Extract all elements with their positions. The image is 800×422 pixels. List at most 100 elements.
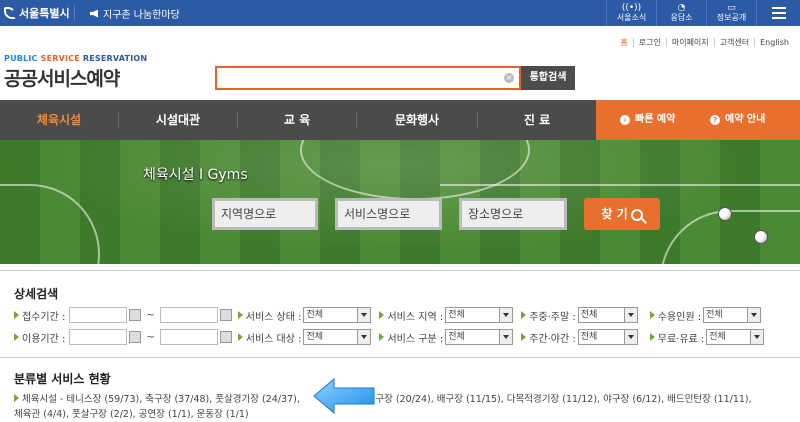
customer-center-link[interactable]: 고객센터 bbox=[713, 38, 754, 47]
weekday-weekend-select[interactable]: 전체 bbox=[577, 307, 638, 323]
info-disclosure-label: 정보공개 bbox=[716, 13, 747, 22]
bullet-arrow-icon bbox=[379, 333, 385, 341]
speaker-icon bbox=[90, 9, 98, 18]
nav-item-facility-rental[interactable]: 시설대관 bbox=[119, 100, 237, 140]
search-box: × bbox=[215, 66, 521, 90]
seoul-news-link[interactable]: ((•)) 서울소식 bbox=[606, 0, 656, 26]
nav-item-cultural-events[interactable]: 문화행사 bbox=[357, 100, 477, 140]
notice-link[interactable]: 지구촌 나눔한마당 bbox=[90, 6, 180, 21]
detail-search-title: 상세검색 bbox=[14, 287, 59, 301]
search-by-region-button[interactable]: 지역명으로 bbox=[212, 198, 318, 230]
fee-label: 무료·유료 : bbox=[657, 333, 705, 345]
find-button[interactable]: 찾 기 bbox=[584, 198, 660, 230]
category-status: 분류별 서비스 현황 체육시설 - 테니스장 (59/73), 축구장 (37/… bbox=[0, 357, 800, 422]
service-region-select[interactable]: 전체 bbox=[445, 307, 514, 323]
calendar-icon[interactable] bbox=[219, 309, 232, 321]
usage-start-date-input[interactable] bbox=[69, 329, 128, 345]
service-status-select[interactable]: 전체 bbox=[303, 307, 372, 323]
integrated-search-button[interactable]: 통합검색 bbox=[521, 66, 575, 90]
search-by-place-button[interactable]: 장소명으로 bbox=[459, 198, 567, 230]
reception-start-date-input[interactable] bbox=[69, 307, 128, 323]
chevron-down-icon bbox=[503, 335, 510, 339]
service-type-label: 서비스 구분 : bbox=[387, 333, 444, 345]
service-region-label: 서비스 지역 : bbox=[387, 311, 444, 323]
broadcast-icon: ((•)) bbox=[621, 3, 642, 13]
divider bbox=[74, 5, 75, 21]
english-link[interactable]: English bbox=[754, 38, 794, 47]
fee-select[interactable]: 전체 bbox=[706, 329, 765, 345]
document-icon: ▭ bbox=[727, 3, 736, 13]
logo-subtitle: PUBLIC SERVICE RESERVATION bbox=[4, 54, 148, 63]
pointer-arrow-icon bbox=[313, 377, 375, 415]
category-links-line-2[interactable]: 체육관 (4/4), 풋살구장 (2/2), 공연장 (1/1), 운동장 (1… bbox=[14, 407, 790, 422]
detail-search: 상세검색 접수기간 : ~ 서비스 상태 : 전체 서비스 지역 : 전체 주중… bbox=[0, 270, 800, 356]
response-link[interactable]: ◔ 응답소 bbox=[656, 0, 706, 26]
banner: 체육시설 I Gyms 지역명으로 서비스명으로 장소명으로 찾 기 bbox=[0, 140, 800, 264]
filter-row-2: 이용기간 : ~ 서비스 대상 : 전체 서비스 구분 : 전체 주간·야간 :… bbox=[14, 329, 765, 345]
menu-button[interactable] bbox=[756, 0, 800, 26]
bullet-arrow-icon bbox=[649, 333, 655, 341]
home-link[interactable]: 홈 bbox=[615, 38, 632, 47]
mypage-link[interactable]: 마이페이지 bbox=[665, 38, 714, 47]
chat-icon: ◔ bbox=[677, 3, 686, 13]
weekday-weekend-label: 주중·주말 : bbox=[529, 311, 576, 323]
seoul-logo-icon bbox=[4, 7, 16, 19]
day-night-label: 주간·야간 : bbox=[529, 333, 576, 345]
info-disclosure-link[interactable]: ▭ 정보공개 bbox=[706, 0, 756, 26]
bullet-arrow-icon bbox=[649, 311, 655, 319]
filter-row-1: 접수기간 : ~ 서비스 상태 : 전체 서비스 지역 : 전체 주중·주말 :… bbox=[14, 307, 762, 323]
search-icon bbox=[630, 208, 643, 221]
clear-icon[interactable]: × bbox=[504, 73, 514, 83]
bullet-arrow-icon bbox=[14, 311, 19, 319]
reception-period-label: 접수기간 : bbox=[22, 311, 66, 323]
search-by-service-button[interactable]: 서비스명으로 bbox=[335, 198, 442, 230]
banner-title: 체육시설 I Gyms bbox=[143, 167, 248, 183]
response-label: 응답소 bbox=[670, 13, 693, 22]
day-night-select[interactable]: 전체 bbox=[577, 329, 638, 345]
chevron-down-icon bbox=[754, 335, 761, 339]
nav-item-education[interactable]: 교 육 bbox=[238, 100, 356, 140]
reserve-guide-button[interactable]: ? 예약 안내 bbox=[710, 100, 765, 140]
utility-links: 홈 로그인 마이페이지 고객센터 English bbox=[615, 38, 794, 47]
capacity-select[interactable]: 전체 bbox=[703, 307, 762, 323]
category-links-line-1[interactable]: 체육시설 - 테니스장 (59/73), 축구장 (37/48), 풋살경기장 … bbox=[22, 394, 300, 405]
question-icon: ? bbox=[710, 115, 720, 125]
reception-end-date-input[interactable] bbox=[159, 307, 218, 323]
bullet-arrow-icon bbox=[521, 333, 527, 341]
soccer-ball-icon bbox=[718, 207, 732, 221]
chevron-down-icon bbox=[627, 313, 634, 317]
bullet-arrow-icon bbox=[237, 311, 243, 319]
usage-period-label: 이용기간 : bbox=[22, 333, 66, 345]
nav-item-sports-facilities[interactable]: 체육시설 bbox=[0, 100, 118, 140]
login-link[interactable]: 로그인 bbox=[632, 38, 666, 47]
calendar-icon[interactable] bbox=[219, 331, 232, 343]
seoul-label: 서울특별시 bbox=[19, 7, 70, 20]
category-list: 체육시설 - 테니스장 (59/73), 축구장 (37/48), 풋살경기장 … bbox=[14, 392, 790, 422]
bullet-arrow-icon bbox=[14, 394, 19, 402]
hamburger-icon bbox=[771, 4, 786, 22]
chevron-down-icon bbox=[503, 313, 510, 317]
calendar-icon[interactable] bbox=[129, 309, 142, 321]
chevron-down-icon bbox=[627, 335, 634, 339]
service-type-select[interactable]: 전체 bbox=[445, 329, 514, 345]
quick-links: › 빠른 예약 ? 예약 안내 bbox=[596, 100, 800, 140]
calendar-icon[interactable] bbox=[129, 331, 142, 343]
service-target-select[interactable]: 전체 bbox=[303, 329, 372, 345]
seoul-logo-link[interactable]: 서울특별시 bbox=[4, 5, 70, 21]
site-logo[interactable]: 공공서비스예약 bbox=[4, 64, 120, 91]
capacity-label: 수용인원 : bbox=[657, 311, 702, 323]
nav-item-medical[interactable]: 진 료 bbox=[478, 100, 596, 140]
chevron-down-icon bbox=[361, 313, 368, 317]
seoul-news-label: 서울소식 bbox=[616, 13, 647, 22]
quick-reserve-button[interactable]: › 빠른 예약 bbox=[620, 100, 675, 140]
bullet-arrow-icon bbox=[521, 311, 527, 319]
search-input[interactable] bbox=[217, 68, 497, 88]
main-nav: 체육시설 시설대관 교 육 문화행사 진 료 › 빠른 예약 ? 예약 안내 bbox=[0, 100, 800, 140]
usage-end-date-input[interactable] bbox=[159, 329, 218, 345]
top-bar: 서울특별시 지구촌 나눔한마당 ((•)) 서울소식 ◔ 응답소 ▭ 정보공개 bbox=[0, 0, 800, 26]
arrow-icon: › bbox=[620, 115, 630, 125]
category-links-line-1b[interactable]: 9), 농구장 (20/24), 배구장 (11/15), 다목적경기장 (11… bbox=[351, 394, 752, 405]
chevron-down-icon bbox=[751, 313, 758, 317]
category-status-title: 분류별 서비스 현황 bbox=[14, 372, 111, 386]
bullet-arrow-icon bbox=[14, 333, 19, 341]
